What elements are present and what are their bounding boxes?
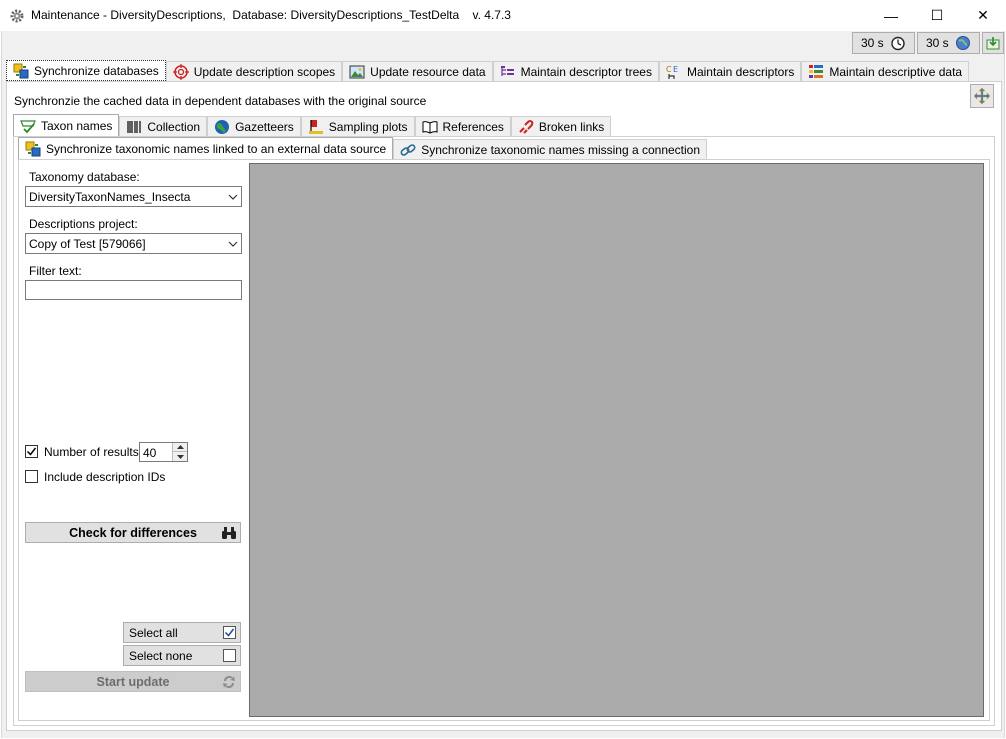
refresh-icon [223, 676, 235, 688]
tab-label: Maintain descriptive data [829, 64, 963, 79]
descriptors-icon: C E [666, 65, 678, 79]
number-of-results-stepper[interactable]: 40 [139, 442, 188, 462]
sync-icon [25, 141, 41, 156]
timer-button-2[interactable]: 30 s [917, 32, 980, 54]
tab-synchronize-databases[interactable]: Synchronize databases [6, 60, 166, 81]
plot-icon [308, 119, 323, 134]
target-icon [172, 63, 189, 80]
number-of-results-checkbox[interactable] [25, 445, 38, 458]
title-bar: Maintenance - DiversityDescriptions, Dat… [0, 0, 1006, 31]
tab-label: Synchronize taxonomic names linked to an… [46, 141, 387, 156]
tab-label: Synchronize taxonomic names missing a co… [421, 142, 701, 157]
timer-1-label: 30 s [861, 36, 884, 50]
barcode-icon [127, 120, 141, 133]
sub-tabstrip: Taxon names Collection Gazetteers Sampli… [13, 114, 612, 136]
move-arrows-icon [973, 87, 991, 105]
check-for-differences-button[interactable]: Check for differences [25, 522, 241, 543]
stepper-down-button[interactable] [172, 452, 187, 461]
timer-2-label: 30 s [926, 36, 949, 50]
broken-link-icon [519, 119, 534, 134]
include-description-ids-checkbox[interactable] [25, 470, 38, 483]
tab-label: Broken links [538, 119, 605, 134]
chevron-down-icon [224, 234, 241, 253]
checked-box-icon [223, 626, 236, 639]
tab-label: Update resource data [370, 64, 486, 79]
descriptions-project-select[interactable]: Copy of Test [579066] [25, 233, 242, 254]
arrange-button[interactable] [970, 84, 994, 108]
select-all-label: Select all [129, 625, 178, 640]
minimize-button[interactable]: — [868, 0, 914, 31]
tab-collection[interactable]: Collection [119, 116, 208, 136]
select-none-label: Select none [129, 648, 193, 663]
project-value: Copy of Test [579066] [29, 236, 146, 251]
tab-maintain-descriptors[interactable]: C E Maintain descriptors [658, 61, 802, 81]
tab-gazetteers[interactable]: Gazetteers [207, 116, 301, 136]
info-text: Synchronzie the cached data in dependent… [14, 94, 427, 108]
tab-references[interactable]: References [414, 116, 511, 136]
tab-broken-links[interactable]: Broken links [510, 116, 612, 136]
project-label: Descriptions project: [29, 217, 138, 231]
image-icon [349, 65, 365, 78]
tab-label: Sampling plots [328, 119, 408, 134]
taxonomy-database-select[interactable]: DiversityTaxonNames_Insecta [25, 186, 242, 207]
tab-sync-missing-connection[interactable]: Synchronize taxonomic names missing a co… [393, 139, 708, 159]
taxon-icon [20, 119, 36, 133]
export-icon [986, 37, 1000, 50]
main-tabstrip: Synchronize databases Update description… [6, 59, 970, 81]
clock-icon [890, 36, 905, 51]
include-description-ids-label: Include description IDs [44, 470, 166, 484]
tab-label: Update description scopes [193, 64, 336, 79]
globe-clock-icon [955, 36, 970, 50]
select-none-button[interactable]: Select none [123, 645, 241, 666]
tab-taxon-names[interactable]: Taxon names [13, 114, 120, 136]
globe-icon [215, 119, 230, 134]
tab-maintain-descriptive-data[interactable]: Maintain descriptive data [801, 61, 970, 81]
tab-label: Taxon names [41, 118, 113, 133]
taxonomy-value: DiversityTaxonNames_Insecta [29, 189, 191, 204]
export-button[interactable] [982, 32, 1004, 54]
tab-label: Maintain descriptors [686, 64, 795, 79]
svg-text:C: C [666, 65, 672, 74]
checkmark-icon [26, 447, 37, 456]
book-icon [422, 120, 437, 134]
maximize-button[interactable]: ☐ [914, 0, 960, 31]
binoculars-icon [222, 527, 236, 539]
check-button-label: Check for differences [69, 525, 197, 540]
chevron-up-icon [176, 445, 184, 449]
gear-icon [10, 9, 24, 23]
filter-text-input[interactable] [25, 280, 242, 300]
svg-text:E: E [673, 65, 678, 74]
tab-update-resource-data[interactable]: Update resource data [342, 61, 493, 81]
link-icon [400, 143, 416, 156]
tree-icon [500, 65, 514, 76]
empty-box-icon [223, 649, 236, 662]
tab-sampling-plots[interactable]: Sampling plots [300, 116, 415, 136]
number-of-results-label: Number of results: [44, 445, 143, 459]
start-update-button[interactable]: Start update [25, 671, 241, 692]
results-area [249, 163, 984, 717]
tab-label: Gazetteers [235, 119, 294, 134]
tab-sync-linked-names[interactable]: Synchronize taxonomic names linked to an… [18, 137, 394, 159]
number-of-results-value: 40 [143, 446, 157, 460]
inner-tabstrip: Synchronize taxonomic names linked to an… [18, 137, 708, 159]
timer-button-1[interactable]: 30 s [852, 32, 915, 54]
select-all-button[interactable]: Select all [123, 622, 241, 643]
start-update-label: Start update [96, 674, 170, 689]
tab-label: References [442, 119, 504, 134]
tab-label: Collection [147, 119, 201, 134]
tab-update-description-scopes[interactable]: Update description scopes [165, 61, 343, 81]
taxonomy-label: Taxonomy database: [29, 170, 140, 184]
chevron-down-icon [224, 187, 241, 206]
tab-maintain-descriptor-trees[interactable]: Maintain descriptor trees [492, 61, 659, 81]
sync-databases-icon [13, 63, 29, 78]
tab-label: Synchronize databases [34, 63, 159, 78]
close-button[interactable]: ✕ [960, 0, 1006, 31]
data-grid-icon [809, 64, 824, 78]
window-title: Maintenance - DiversityDescriptions, Dat… [31, 8, 511, 22]
chevron-down-icon [176, 454, 184, 459]
filter-label: Filter text: [29, 264, 82, 278]
tab-label: Maintain descriptor trees [520, 64, 652, 79]
stepper-up-button[interactable] [172, 443, 187, 452]
